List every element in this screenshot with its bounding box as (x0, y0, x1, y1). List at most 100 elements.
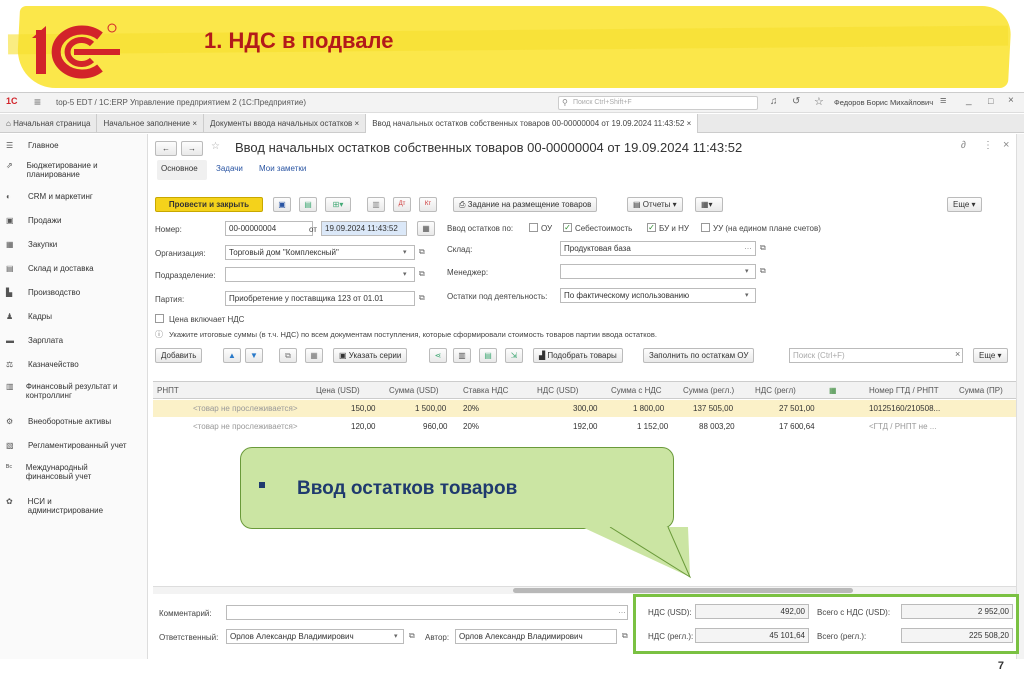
col-price[interactable]: Цена (USD) (316, 386, 360, 395)
delete-icon[interactable]: ▦ (305, 348, 323, 363)
warehouse-field[interactable]: Продуктовая база (560, 241, 756, 256)
open-link-icon[interactable]: ⧉ (419, 269, 425, 279)
tab-close-icon[interactable]: × (687, 119, 692, 128)
vertical-scrollbar[interactable] (1016, 134, 1024, 659)
app-logo-icon[interactable]: 1С (6, 96, 18, 106)
sidebar-item-purchases[interactable]: ▦ Закупки (6, 240, 57, 249)
responsible-field[interactable]: Орлов Александр Владимирович (226, 629, 404, 644)
calendar-icon[interactable]: ▦ (417, 221, 435, 236)
col-sum[interactable]: Сумма (USD) (389, 386, 439, 395)
org-field[interactable]: Торговый дом "Комплексный" (225, 245, 415, 260)
col-sum-pr[interactable]: Сумма (ПР) (959, 386, 1003, 395)
activity-field[interactable]: По фактическому использованию (560, 288, 756, 303)
table-row[interactable]: <товар не прослеживается> 120,00 960,00 … (153, 418, 1019, 435)
back-button[interactable]: ← (155, 141, 177, 156)
tab-close-icon[interactable]: × (192, 119, 197, 128)
link-icon[interactable]: ∂ (961, 140, 966, 151)
subtab-notes[interactable]: Мои заметки (259, 164, 306, 173)
star-icon[interactable]: ☆ (814, 95, 824, 108)
table-search-input[interactable]: Поиск (Ctrl+F) (789, 348, 963, 363)
sidebar-item-intl[interactable]: ᴮᶜ Международный финансовый учет (6, 463, 126, 481)
sidebar-item-warehouse[interactable]: ▤ Склад и доставка (6, 264, 94, 273)
subtab-main[interactable]: Основное (161, 164, 198, 173)
post-icon[interactable]: ▤ (299, 197, 317, 212)
sidebar-item-treasury[interactable]: ⚖ Казначейство (6, 360, 79, 369)
reports-button[interactable]: ▤ Отчеты ▾ (627, 197, 683, 212)
bell-icon[interactable]: ♫ (770, 96, 778, 107)
open-link-icon[interactable]: ⧉ (409, 631, 415, 641)
dt-kt-icon[interactable]: Дт (393, 197, 411, 212)
col-sum-reg[interactable]: Сумма (регл.) (683, 386, 734, 395)
sidebar-item-admin[interactable]: ✿ НСИ и администрирование (6, 497, 126, 515)
open-link-icon[interactable]: ⧉ (622, 631, 628, 641)
sidebar-item-assets[interactable]: ⚙ Внеоборотные активы (6, 417, 111, 426)
copy-icon[interactable]: ⧉ (279, 348, 297, 363)
dropdown-arrow-icon[interactable]: ▾ (745, 267, 749, 275)
sidebar-item-budget[interactable]: ⇗ Бюджетирование и планирование (6, 161, 136, 179)
global-search-input[interactable]: ⚲ Поиск Ctrl+Shift+F (558, 96, 758, 110)
forward-button[interactable]: → (181, 141, 203, 156)
table-more-button[interactable]: Еще ▾ (973, 348, 1008, 363)
export-icon[interactable]: ⇲ (505, 348, 523, 363)
select-dots-icon[interactable]: … (744, 242, 752, 251)
create-based-icon[interactable]: ⊞▾ (325, 197, 351, 212)
minimize-icon[interactable]: _ (966, 95, 972, 106)
dropdown-arrow-icon[interactable]: ▾ (403, 270, 407, 278)
cost-checkbox[interactable]: ✓ (563, 223, 572, 232)
more-vert-icon[interactable]: ⋮ (983, 140, 993, 151)
table-icon[interactable]: ▤ (479, 348, 497, 363)
pick-goods-button[interactable]: ▟ Подобрать товары (533, 348, 623, 363)
bu-nu-checkbox[interactable]: ✓ (647, 223, 656, 232)
ou-checkbox[interactable] (529, 223, 538, 232)
comment-field[interactable] (226, 605, 628, 620)
tab-home[interactable]: ⌂ Начальная страница (0, 114, 98, 133)
dropdown-arrow-icon[interactable]: ▾ (403, 248, 407, 256)
sidebar-item-production[interactable]: ▙ Производство (6, 288, 80, 297)
tab-initial-docs[interactable]: Документы ввода начальных остатков × (204, 114, 367, 133)
sidebar-item-salary[interactable]: ▬ Зарплата (6, 336, 63, 345)
col-rnpt[interactable]: РНПТ (157, 386, 179, 395)
maximize-icon[interactable]: □ (988, 96, 993, 106)
dept-field[interactable] (225, 267, 415, 282)
open-link-icon[interactable]: ⧉ (419, 247, 425, 257)
hamburger-icon[interactable]: ≡ (34, 95, 41, 109)
history-icon[interactable]: ↺ (792, 96, 800, 107)
select-dots-icon[interactable]: … (618, 606, 626, 615)
col-vat-rate[interactable]: Ставка НДС (463, 386, 508, 395)
add-button[interactable]: Добавить (155, 348, 203, 363)
tab-initial-fill[interactable]: Начальное заполнение × (97, 114, 205, 133)
sidebar-item-sales[interactable]: ▣ Продажи (6, 216, 61, 225)
fill-ou-button[interactable]: Заполнить по остаткам ОУ (643, 348, 755, 363)
dropdown-arrow-icon[interactable]: ▾ (745, 291, 749, 299)
uu-checkbox[interactable] (701, 223, 710, 232)
sidebar-item-reg[interactable]: ▧ Регламентированный учет (6, 441, 127, 450)
tab-current-doc[interactable]: Ввод начальных остатков собственных това… (366, 114, 699, 133)
settings-menu-icon[interactable]: ≡ (940, 95, 946, 107)
col-vat-reg[interactable]: НДС (регл) (755, 386, 796, 395)
subtab-tasks[interactable]: Задачи (216, 164, 243, 173)
share-icon[interactable]: ⋖ (429, 348, 447, 363)
date-field[interactable]: 19.09.2024 11:43:52 (321, 221, 407, 236)
open-link-icon[interactable]: ⧉ (760, 243, 766, 253)
task-placement-button[interactable]: ⎙ Задание на размещение товаров (453, 197, 598, 212)
manager-field[interactable] (560, 264, 756, 279)
price-incl-vat-checkbox[interactable] (155, 314, 164, 323)
open-link-icon[interactable]: ⧉ (760, 266, 766, 276)
post-close-button[interactable]: Провести и закрыть (155, 197, 263, 212)
attachments-button[interactable]: ▦▾ (695, 197, 723, 212)
sidebar-item-finance[interactable]: ▥ Финансовый результат и контроллинг (6, 382, 136, 400)
series-button[interactable]: ▣ Указать серии (333, 348, 408, 363)
barcode-icon[interactable]: ▥ (453, 348, 471, 363)
number-field[interactable]: 00-00000004 (225, 221, 313, 236)
scrollbar-thumb[interactable] (513, 588, 853, 593)
batch-field[interactable]: Приобретение у поставщика 123 от 01.01 (225, 291, 415, 306)
clear-search-icon[interactable]: × (955, 349, 960, 359)
close-icon[interactable]: × (1008, 95, 1014, 106)
save-icon[interactable]: ▣ (273, 197, 291, 212)
sidebar-item-hr[interactable]: ♟ Кадры (6, 312, 52, 321)
print-doc-icon[interactable]: ▥ (367, 197, 385, 212)
movements-icon[interactable]: Кт (419, 197, 437, 212)
dropdown-arrow-icon[interactable]: ▾ (394, 632, 398, 640)
user-name[interactable]: Федоров Борис Михайлович (834, 98, 933, 107)
col-sum-vat[interactable]: Сумма с НДС (611, 386, 662, 395)
